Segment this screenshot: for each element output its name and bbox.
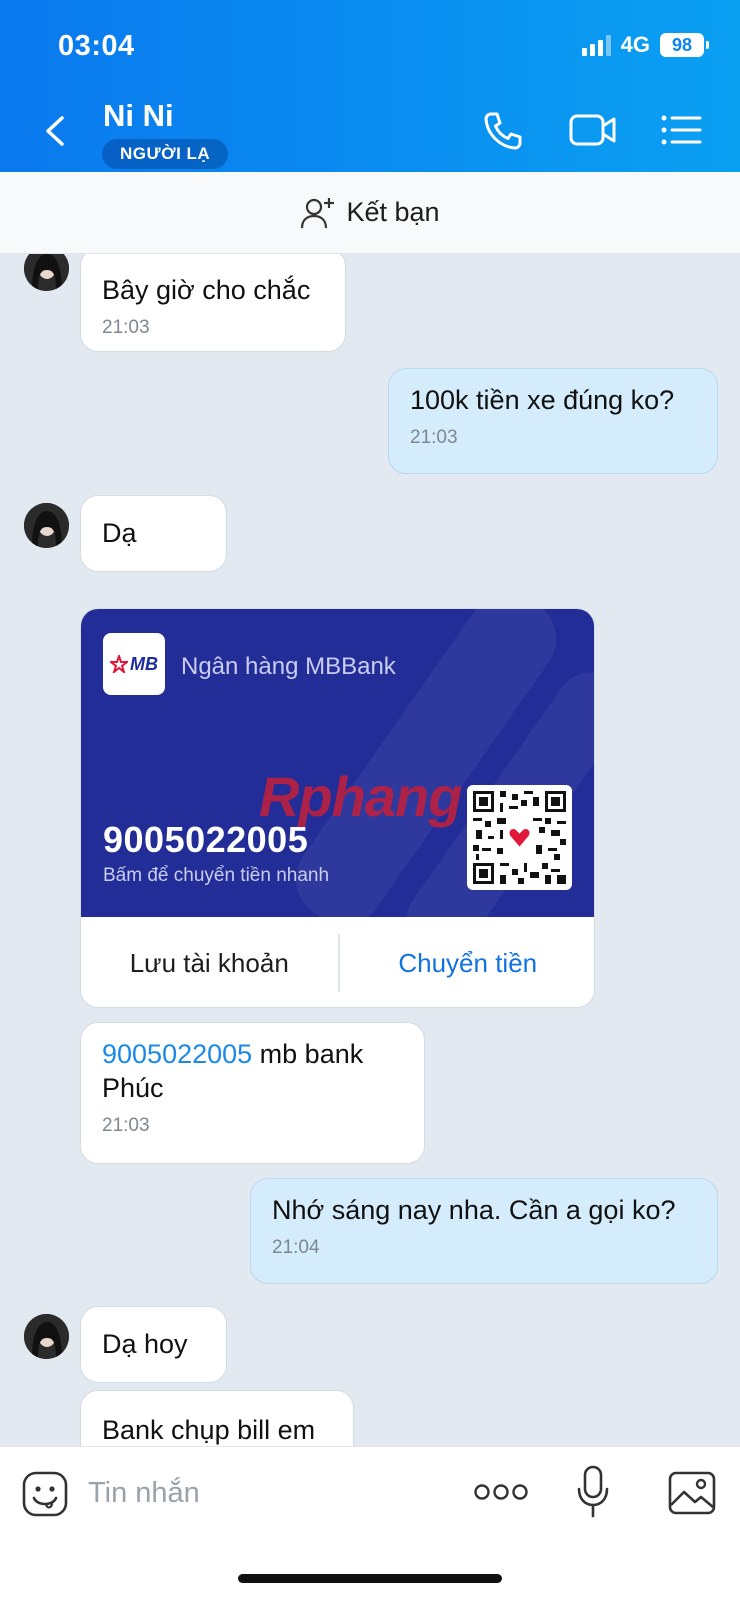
message-time: 21:03: [102, 1115, 150, 1136]
microphone-icon[interactable]: [576, 1465, 610, 1519]
account-number-link[interactable]: 9005022005: [102, 1039, 252, 1069]
contact-name[interactable]: Ni Ni: [103, 98, 174, 134]
message-text: Bank chụp bill em: [102, 1415, 316, 1445]
status-time: 03:04: [58, 30, 135, 62]
message-bubble-me[interactable]: Nhớ sáng nay nha. Cần a gọi ko? 21:04: [250, 1178, 718, 1284]
transfer-money-button[interactable]: Chuyển tiền: [340, 948, 595, 979]
mb-logo-text: MB: [130, 653, 158, 674]
bank-name: Ngân hàng MBBank: [181, 653, 396, 680]
message-text: 9005022005 mb bank Phúc: [102, 1037, 403, 1105]
bank-card-actions: Lưu tài khoản Chuyển tiền: [81, 917, 595, 1007]
back-icon[interactable]: [36, 108, 76, 154]
mb-star-icon: [110, 655, 128, 673]
add-friend-button[interactable]: Kết bạn: [0, 172, 740, 254]
bank-card-body[interactable]: MB Ngân hàng MBBank Rphang 9005022005 Bấ…: [81, 609, 594, 917]
quick-transfer-hint: Bấm để chuyển tiền nhanh: [103, 865, 330, 886]
message-bubble[interactable]: Bây giờ cho chắc 21:03: [80, 254, 346, 352]
account-number: 9005022005: [103, 819, 309, 860]
message-bubble-me[interactable]: 100k tiền xe đúng ko? 21:03: [388, 368, 718, 474]
message-text: Bây giờ cho chắc: [102, 275, 311, 305]
stranger-badge: NGƯỜI LẠ: [102, 139, 229, 169]
message-text: 100k tiền xe đúng ko?: [410, 385, 675, 415]
status-indicators: 4G 98: [581, 32, 709, 58]
save-account-button[interactable]: Lưu tài khoản: [81, 948, 338, 979]
phone-icon[interactable]: [482, 110, 524, 152]
battery-level: 98: [671, 34, 693, 55]
avatar[interactable]: [24, 254, 69, 291]
message-bubble[interactable]: Dạ hoy: [80, 1306, 227, 1383]
message-bubble[interactable]: Bank chụp bill em: [80, 1390, 354, 1446]
qr-code-icon[interactable]: [467, 785, 572, 890]
message-time: 21:04: [272, 1237, 320, 1258]
message-time: 21:03: [102, 317, 150, 338]
message-bubble[interactable]: 9005022005 mb bank Phúc 21:03: [80, 1022, 425, 1164]
emoji-icon[interactable]: [22, 1471, 68, 1517]
message-text: Nhớ sáng nay nha. Cần a gọi ko?: [272, 1195, 676, 1225]
menu-list-icon[interactable]: [660, 110, 702, 150]
message-text: Dạ hoy: [102, 1329, 188, 1359]
battery-icon: 98: [660, 33, 709, 57]
image-icon[interactable]: [668, 1471, 716, 1515]
mb-bank-logo: MB: [103, 633, 165, 695]
more-icon[interactable]: [474, 1483, 528, 1501]
message-list[interactable]: Bây giờ cho chắc 21:03 100k tiền xe đúng…: [0, 254, 740, 1446]
home-indicator[interactable]: [238, 1574, 502, 1583]
bank-account-card[interactable]: MB Ngân hàng MBBank Rphang 9005022005 Bấ…: [80, 608, 595, 1008]
video-call-icon[interactable]: [568, 110, 618, 150]
add-friend-label: Kết bạn: [346, 197, 440, 227]
message-input[interactable]: [88, 1471, 448, 1515]
chat-header: 03:04 4G 98 Ni Ni NGƯỜI LẠ: [0, 0, 740, 172]
avatar[interactable]: [24, 1314, 69, 1359]
signal-icon: [581, 34, 611, 56]
message-text: Dạ: [102, 518, 137, 548]
message-time: 21:03: [410, 427, 458, 448]
add-person-icon: [301, 197, 335, 228]
message-bubble[interactable]: Dạ: [80, 495, 227, 572]
network-type: 4G: [620, 32, 650, 57]
avatar[interactable]: [24, 503, 69, 548]
